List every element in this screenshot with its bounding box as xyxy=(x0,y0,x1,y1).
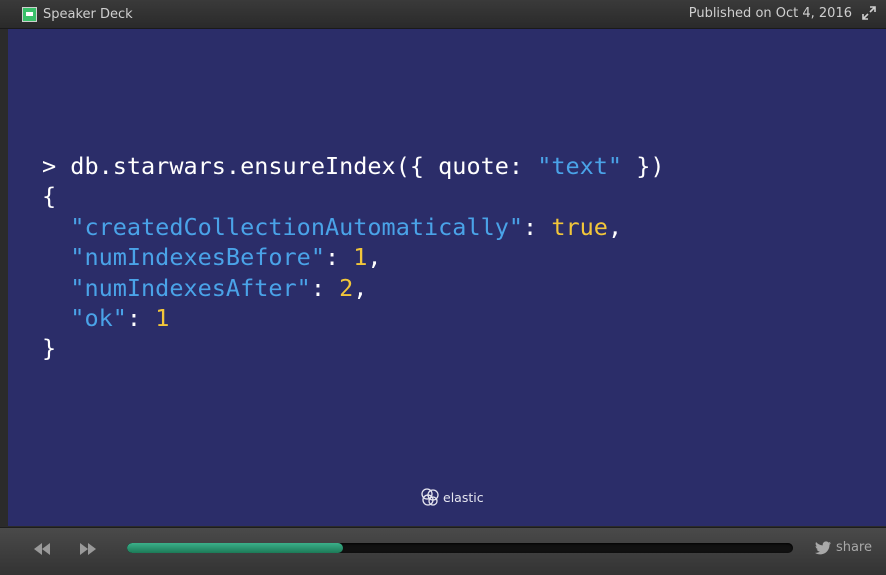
fast-forward-icon[interactable] xyxy=(77,540,99,558)
code-key: "numIndexesBefore" xyxy=(70,243,325,272)
brand-label: Speaker Deck xyxy=(43,6,133,22)
code-prompt: > xyxy=(42,152,71,180)
speakerdeck-logo-icon xyxy=(22,6,37,22)
code-colon: : xyxy=(324,243,354,272)
code-key: "ok" xyxy=(70,304,127,333)
code-colon: : xyxy=(310,273,340,302)
code-string: "text" xyxy=(537,152,623,180)
code-colon: : xyxy=(126,304,156,333)
slide: > db.starwars.ensureIndex({ quote: "text… xyxy=(8,29,886,526)
code-command-end: }) xyxy=(622,152,665,180)
elastic-logo-text: elastic xyxy=(443,489,484,505)
top-bar: Speaker Deck Published on Oct 4, 2016 xyxy=(0,0,886,29)
code-colon: : xyxy=(523,212,552,241)
code-close-brace: } xyxy=(42,334,57,363)
rewind-icon[interactable] xyxy=(31,540,53,558)
progress-bar[interactable] xyxy=(127,543,793,553)
code-value: 1 xyxy=(353,243,368,272)
code-key: "createdCollectionAutomatically" xyxy=(70,212,524,241)
published-date: Published on Oct 4, 2016 xyxy=(688,6,852,21)
code-open-brace: { xyxy=(42,182,57,211)
code-key: "numIndexesAfter" xyxy=(70,273,311,302)
twitter-bird-icon xyxy=(814,540,831,554)
code-value: 1 xyxy=(155,304,170,333)
code-comma: , xyxy=(607,212,623,241)
progress-fill xyxy=(127,543,344,553)
code-value: true xyxy=(551,212,608,241)
elastic-logo: elastic xyxy=(420,487,484,507)
code-command: db.starwars.ensureIndex({ quote: xyxy=(70,152,538,180)
code-value: 2 xyxy=(339,273,354,302)
elastic-logo-icon xyxy=(421,488,439,506)
fullscreen-expand-icon[interactable] xyxy=(862,6,876,20)
code-block: > db.starwars.ensureIndex({ quote: "text… xyxy=(42,151,665,364)
share-button[interactable]: share xyxy=(814,540,872,555)
code-comma: , xyxy=(353,273,368,302)
code-comma: , xyxy=(367,243,382,272)
player-frame: Speaker Deck Published on Oct 4, 2016 > … xyxy=(0,0,886,575)
share-label: share xyxy=(835,540,872,555)
player-controls: share xyxy=(0,527,886,575)
brand-link[interactable]: Speaker Deck xyxy=(22,4,133,24)
